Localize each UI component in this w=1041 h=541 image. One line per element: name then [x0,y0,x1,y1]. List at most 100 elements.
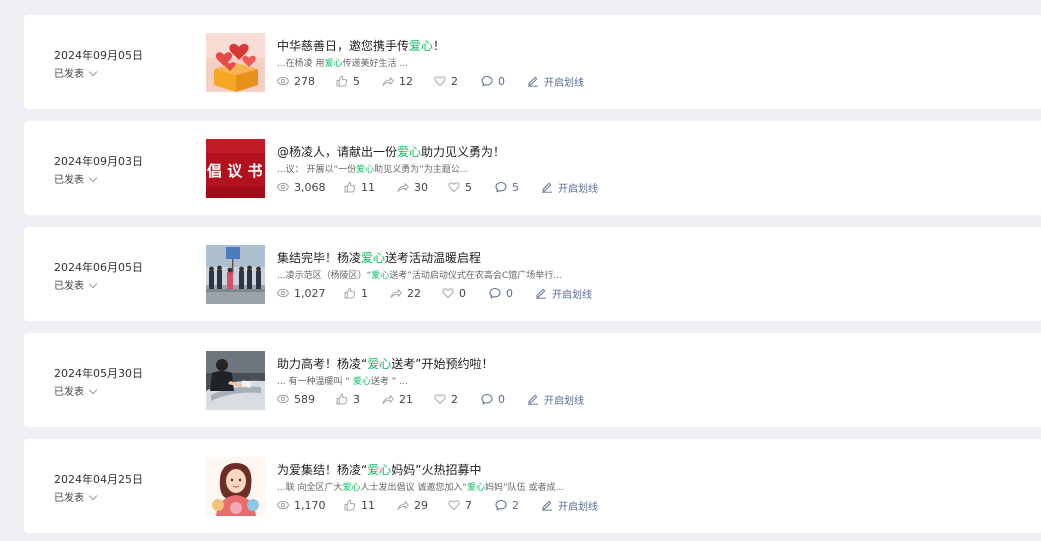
favorites-stat[interactable]: 2 [434,74,458,88]
favorites-stat[interactable]: 0 [442,286,466,300]
title-text: 助力高考！杨凌“ [277,357,368,371]
article-thumbnail[interactable]: 倡 议 书 [206,139,265,198]
publish-date: 2024年09月03日 [54,155,143,168]
chevron-down-icon [88,385,98,395]
views-stat[interactable]: 3,068 [277,180,326,194]
favorites-stat[interactable]: 7 [448,498,472,512]
enable-underline-button[interactable]: 开启划线 [527,392,584,407]
likes-count: 11 [361,180,375,194]
pen-icon [528,76,538,87]
publish-date: 2024年04月25日 [54,473,143,486]
title-highlight: 爱心 [397,145,422,159]
excerpt-text: 送考”活动启动仪式在农高会C馆广场举行... [389,271,562,281]
shares-count: 21 [399,392,413,406]
likes-stat[interactable]: 11 [344,498,375,512]
heart-icon [448,182,460,192]
favorites-stat[interactable]: 2 [434,392,458,406]
chevron-down-icon [88,67,98,77]
excerpt-text: ...在杨凌 用 [277,59,325,69]
views-stat[interactable]: 278 [277,74,315,88]
likes-count: 1 [361,286,368,300]
title-text: 送考”开始预约啦！ [391,357,494,371]
publish-date: 2024年06月05日 [54,261,143,274]
mother-illustration-image [206,457,265,516]
car-photo-image [206,351,265,410]
article-excerpt: ...凌示范区（杨陵区）“爱心送考”活动启动仪式在农高会C馆广场举行... [277,268,562,281]
views-stat[interactable]: 589 [277,392,315,406]
shares-stat[interactable]: 12 [382,74,413,88]
eye-icon [277,288,289,298]
article-title[interactable]: 中华慈善日，邀您携手传爱心！ [277,37,445,54]
shares-count: 30 [414,180,428,194]
article-thumbnail[interactable] [206,245,265,304]
article-thumbnail[interactable] [206,33,265,92]
thumbs-up-icon [336,393,348,405]
shares-stat[interactable]: 21 [382,392,413,406]
title-text: 送考活动温暖启程 [385,251,482,265]
excerpt-highlight: 爱心 [352,377,371,387]
comment-icon [495,500,507,511]
title-highlight: 爱心 [409,39,434,53]
favorites-count: 7 [465,498,472,512]
status-dropdown[interactable]: 已发表 [54,489,98,504]
title-text: 集结完毕！杨凌 [277,251,362,265]
shares-count: 12 [399,74,413,88]
status-dropdown[interactable]: 已发表 [54,65,98,80]
status-dropdown[interactable]: 已发表 [54,171,98,186]
title-highlight: 爱心 [367,357,392,371]
publish-date: 2024年05月30日 [54,367,143,380]
share-icon [397,501,409,510]
views-stat[interactable]: 1,027 [277,286,326,300]
status-dropdown[interactable]: 已发表 [54,383,98,398]
share-icon [390,289,402,298]
status-dropdown[interactable]: 已发表 [54,277,98,292]
shares-stat[interactable]: 29 [397,498,428,512]
likes-stat[interactable]: 3 [336,392,360,406]
action-label: 开启划线 [544,395,584,407]
comments-stat[interactable]: 0 [481,74,505,88]
comments-stat[interactable]: 0 [481,392,505,406]
comments-stat[interactable]: 5 [495,180,519,194]
shares-stat[interactable]: 22 [390,286,421,300]
chevron-down-icon [88,491,98,501]
enable-underline-button[interactable]: 开启划线 [541,180,598,195]
enable-underline-button[interactable]: 开启划线 [527,74,584,89]
pen-icon [528,394,538,405]
views-stat[interactable]: 1,170 [277,498,326,512]
article-excerpt: ...联 向全区广大爱心人士发出倡议 诚邀您加入“爱心妈妈”队伍 或者成... [277,480,564,493]
favorites-stat[interactable]: 5 [448,180,472,194]
title-text: 中华慈善日，邀您携手传 [277,39,410,53]
title-text: 助力见义勇为！ [421,145,506,159]
article-title[interactable]: 为爱集结！杨凌“爱心妈妈”火热招募中 [277,461,481,478]
excerpt-text: 送考 ” ... [370,377,408,387]
favorites-count: 5 [465,180,472,194]
article-title[interactable]: @杨凌人，请献出一份爱心助力见义勇为！ [277,143,505,160]
status-label: 已发表 [54,281,84,292]
article-thumbnail[interactable] [206,457,265,516]
article-title[interactable]: 助力高考！杨凌“爱心送考”开始预约啦！ [277,355,493,372]
article-title[interactable]: 集结完毕！杨凌爱心送考活动温暖启程 [277,249,481,266]
comments-stat[interactable]: 2 [495,498,519,512]
enable-underline-button[interactable]: 开启划线 [535,286,592,301]
heart-icon [434,394,446,404]
shares-stat[interactable]: 30 [397,180,428,194]
likes-stat[interactable]: 1 [344,286,368,300]
likes-count: 11 [361,498,375,512]
action-label: 开启划线 [558,501,598,513]
excerpt-text: ...议： 开展以“一份 [277,165,357,175]
views-count: 589 [294,392,315,406]
excerpt-text: 妈妈”队伍 或者成... [485,483,565,493]
heart-icon [448,500,460,510]
comments-count: 0 [498,392,505,406]
likes-stat[interactable]: 5 [336,74,360,88]
article-excerpt: ...在杨凌 用爱心传递美好生活 ... [277,56,408,69]
shares-count: 22 [407,286,421,300]
article-card: 2024年05月30日 已发表 助力高考！杨凌“爱心送考”开始预约啦！ ... … [24,333,1041,427]
comments-stat[interactable]: 0 [489,286,513,300]
article-thumbnail[interactable] [206,351,265,410]
article-card: 2024年09月03日 已发表 倡 议 书 @杨凌人，请献出一份爱心助力见义勇为… [24,121,1041,215]
title-text: @杨凌人，请献出一份 [277,145,398,159]
likes-stat[interactable]: 11 [344,180,375,194]
enable-underline-button[interactable]: 开启划线 [541,498,598,513]
excerpt-highlight: 爱心 [324,59,343,69]
